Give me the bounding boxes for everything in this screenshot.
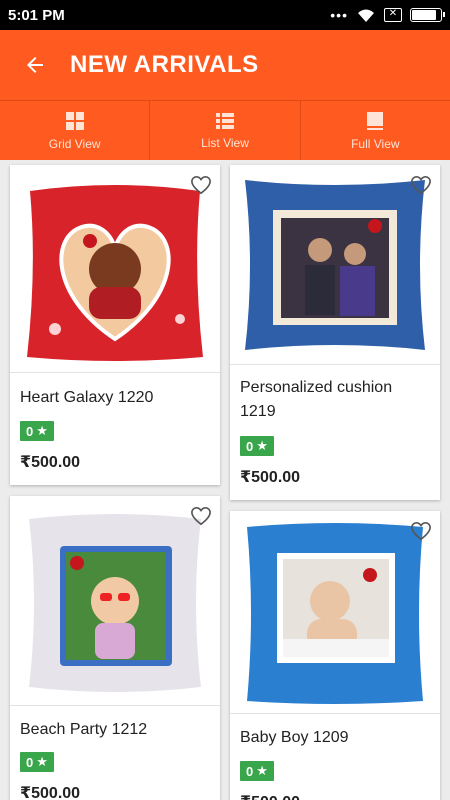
product-card[interactable]: Beach Party 1212 0 ★ ₹500.00 [10,496,220,800]
product-price: ₹500.00 [20,454,81,471]
rating-value: 0 [246,763,254,779]
wishlist-button[interactable] [408,519,434,543]
heart-outline-icon [411,175,431,195]
no-sim-icon: ✕ [384,8,402,22]
product-title: Beach Party 1212 [20,721,148,738]
rating-badge: 0 ★ [20,752,54,772]
star-icon: ★ [36,423,48,438]
wifi-icon [358,9,374,22]
heart-outline-icon [191,506,211,526]
tab-list-view-label: List View [201,135,249,150]
status-icons: ••• ✕ [330,7,445,23]
heart-outline-icon [191,175,211,195]
star-icon: ★ [36,754,48,769]
status-bar: 5:01 PM ••• ✕ [0,0,450,30]
rating-badge: 0 ★ [20,421,54,441]
notification-dots: ••• [330,7,348,23]
tab-list-view[interactable]: List View [150,101,301,160]
tab-full-view-label: Full View [351,136,400,151]
product-price: ₹500.00 [240,792,300,800]
wishlist-button[interactable] [188,504,214,528]
battery-icon [410,8,445,22]
full-view-icon [367,111,384,130]
app-bar: NEW ARRIVALS [0,30,450,100]
product-title: Personalized cushion 1219 [240,379,393,420]
product-price: ₹500.00 [20,785,81,800]
star-icon: ★ [256,438,268,453]
product-card[interactable]: Heart Galaxy 1220 0 ★ ₹500.00 [10,165,220,485]
rating-value: 0 [26,423,34,439]
product-title: Baby Boy 1209 [240,729,349,746]
rating-value: 0 [26,754,34,770]
product-card[interactable]: Baby Boy 1209 0 ★ ₹500.00 [230,511,440,800]
status-time: 5:01 PM [8,6,65,24]
product-title: Heart Galaxy 1220 [20,389,154,406]
arrow-left-icon [27,57,43,73]
heart-outline-icon [411,521,431,541]
product-card[interactable]: Personalized cushion 1219 0 ★ ₹500.00 [230,165,440,500]
view-tabs: Grid View List View Full View [0,100,450,160]
list-icon [215,112,234,129]
back-button[interactable] [0,30,70,100]
product-price: ₹500.00 [240,469,301,486]
rating-value: 0 [246,438,254,454]
tab-grid-view[interactable]: Grid View [0,101,151,160]
page-title: NEW ARRIVALS [70,51,259,78]
product-grid: Heart Galaxy 1220 0 ★ ₹500.00 Personaliz… [0,160,450,800]
grid-icon [65,111,84,130]
star-icon: ★ [256,763,268,778]
tab-grid-view-label: Grid View [48,136,101,151]
wishlist-button[interactable] [408,173,434,197]
rating-badge: 0 ★ [240,761,274,781]
rating-badge: 0 ★ [240,436,274,456]
tab-full-view[interactable]: Full View [301,101,450,160]
wishlist-button[interactable] [188,173,214,197]
